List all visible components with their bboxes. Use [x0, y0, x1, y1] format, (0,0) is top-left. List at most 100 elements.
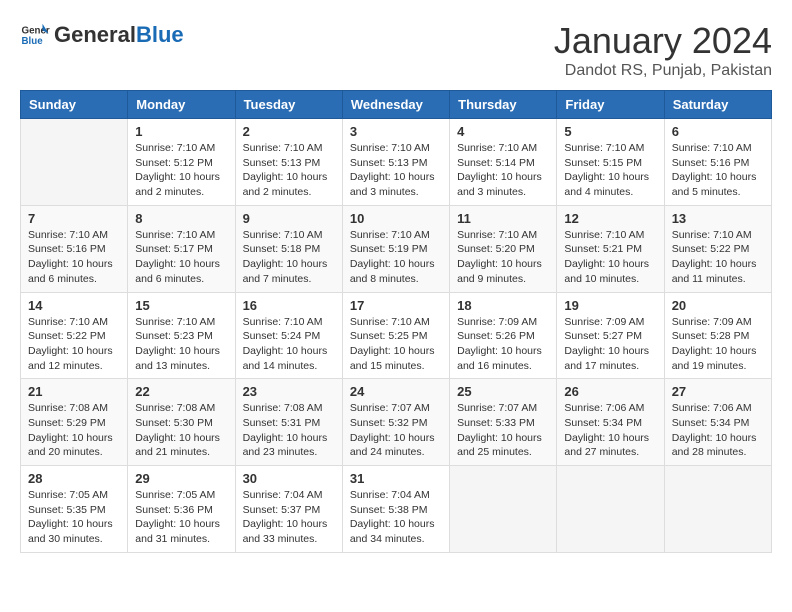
logo-text: GeneralBlue: [54, 23, 184, 47]
day-info: Sunrise: 7:04 AMSunset: 5:38 PMDaylight:…: [350, 488, 442, 547]
day-info: Sunrise: 7:10 AMSunset: 5:14 PMDaylight:…: [457, 141, 549, 200]
day-info: Sunrise: 7:10 AMSunset: 5:24 PMDaylight:…: [243, 315, 335, 374]
day-number: 21: [28, 384, 120, 399]
day-info: Sunrise: 7:10 AMSunset: 5:20 PMDaylight:…: [457, 228, 549, 287]
calendar-cell: 4Sunrise: 7:10 AMSunset: 5:14 PMDaylight…: [450, 119, 557, 206]
weekday-header-saturday: Saturday: [664, 91, 771, 119]
day-info: Sunrise: 7:09 AMSunset: 5:28 PMDaylight:…: [672, 315, 764, 374]
calendar-cell: 16 Sunrise: 7:10 AMSunset: 5:24 PMDayligh…: [235, 292, 342, 379]
calendar-cell: 26Sunrise: 7:06 AMSunset: 5:34 PMDayligh…: [557, 379, 664, 466]
weekday-header-thursday: Thursday: [450, 91, 557, 119]
day-info: Sunrise: 7:10 AMSunset: 5:17 PMDaylight:…: [135, 228, 227, 287]
month-title: January 2024: [554, 20, 772, 62]
logo: General Blue GeneralBlue: [20, 20, 184, 50]
calendar-table: SundayMondayTuesdayWednesdayThursdayFrid…: [20, 90, 772, 553]
calendar-cell: 10Sunrise: 7:10 AMSunset: 5:19 PMDayligh…: [342, 205, 449, 292]
calendar-cell: 28Sunrise: 7:05 AMSunset: 5:35 PMDayligh…: [21, 466, 128, 553]
logo-blue: Blue: [136, 22, 184, 47]
calendar-cell: 31 Sunrise: 7:04 AMSunset: 5:38 PMDayligh…: [342, 466, 449, 553]
calendar-cell: 25 Sunrise: 7:07 AMSunset: 5:33 PMDayligh…: [450, 379, 557, 466]
title-block: January 2024 Dandot RS, Punjab, Pakistan: [554, 20, 772, 80]
day-number: 30: [243, 471, 335, 486]
day-info: Sunrise: 7:08 AMSunset: 5:29 PMDaylight:…: [28, 401, 120, 460]
calendar-cell: 15 Sunrise: 7:10 AMSunset: 5:23 PMDayligh…: [128, 292, 235, 379]
day-info: Sunrise: 7:05 AMSunset: 5:36 PMDaylight:…: [135, 488, 227, 547]
day-number: 16: [243, 298, 335, 313]
day-number: 25: [457, 384, 549, 399]
calendar-cell: 6Sunrise: 7:10 AMSunset: 5:16 PMDaylight…: [664, 119, 771, 206]
weekday-header-friday: Friday: [557, 91, 664, 119]
day-info: Sunrise: 7:10 AMSunset: 5:22 PMDaylight:…: [28, 315, 120, 374]
weekday-header-sunday: Sunday: [21, 91, 128, 119]
day-info: Sunrise: 7:10 AMSunset: 5:16 PMDaylight:…: [28, 228, 120, 287]
calendar-cell: 9Sunrise: 7:10 AMSunset: 5:18 PMDaylight…: [235, 205, 342, 292]
day-number: 23: [243, 384, 335, 399]
logo-icon: General Blue: [20, 20, 50, 50]
calendar-cell: 12 Sunrise: 7:10 AMSunset: 5:21 PMDayligh…: [557, 205, 664, 292]
day-info: Sunrise: 7:09 AMSunset: 5:27 PMDaylight:…: [564, 315, 656, 374]
calendar-cell: 11 Sunrise: 7:10 AMSunset: 5:20 PMDayligh…: [450, 205, 557, 292]
calendar-cell: 20 Sunrise: 7:09 AMSunset: 5:28 PMDayligh…: [664, 292, 771, 379]
calendar-cell: 7Sunrise: 7:10 AMSunset: 5:16 PMDaylight…: [21, 205, 128, 292]
day-info: Sunrise: 7:06 AMSunset: 5:34 PMDaylight:…: [672, 401, 764, 460]
calendar-cell: 30Sunrise: 7:04 AMSunset: 5:37 PMDayligh…: [235, 466, 342, 553]
calendar-cell: 8 Sunrise: 7:10 AMSunset: 5:17 PMDaylight…: [128, 205, 235, 292]
day-number: 2: [243, 124, 335, 139]
day-info: Sunrise: 7:10 AMSunset: 5:22 PMDaylight:…: [672, 228, 764, 287]
day-number: 19: [564, 298, 656, 313]
day-info: Sunrise: 7:10 AMSunset: 5:25 PMDaylight:…: [350, 315, 442, 374]
calendar-week-row: 1 Sunrise: 7:10 AMSunset: 5:12 PMDaylight…: [21, 119, 772, 206]
calendar-cell: 1 Sunrise: 7:10 AMSunset: 5:12 PMDaylight…: [128, 119, 235, 206]
day-number: 18: [457, 298, 549, 313]
calendar-cell: 29Sunrise: 7:05 AMSunset: 5:36 PMDayligh…: [128, 466, 235, 553]
calendar-cell: 27 Sunrise: 7:06 AMSunset: 5:34 PMDayligh…: [664, 379, 771, 466]
calendar-cell: 13Sunrise: 7:10 AMSunset: 5:22 PMDayligh…: [664, 205, 771, 292]
calendar-cell: 22 Sunrise: 7:08 AMSunset: 5:30 PMDayligh…: [128, 379, 235, 466]
day-number: 27: [672, 384, 764, 399]
day-number: 14: [28, 298, 120, 313]
day-info: Sunrise: 7:08 AMSunset: 5:30 PMDaylight:…: [135, 401, 227, 460]
day-info: Sunrise: 7:09 AMSunset: 5:26 PMDaylight:…: [457, 315, 549, 374]
calendar-cell: 23 Sunrise: 7:08 AMSunset: 5:31 PMDayligh…: [235, 379, 342, 466]
day-number: 8: [135, 211, 227, 226]
calendar-cell: [21, 119, 128, 206]
day-info: Sunrise: 7:10 AMSunset: 5:19 PMDaylight:…: [350, 228, 442, 287]
calendar-week-row: 21 Sunrise: 7:08 AMSunset: 5:29 PMDayligh…: [21, 379, 772, 466]
day-number: 31: [350, 471, 442, 486]
calendar-cell: [557, 466, 664, 553]
svg-text:Blue: Blue: [22, 36, 44, 47]
day-number: 3: [350, 124, 442, 139]
calendar-cell: 18 Sunrise: 7:09 AMSunset: 5:26 PMDayligh…: [450, 292, 557, 379]
day-info: Sunrise: 7:07 AMSunset: 5:32 PMDaylight:…: [350, 401, 442, 460]
day-number: 22: [135, 384, 227, 399]
weekday-header-wednesday: Wednesday: [342, 91, 449, 119]
day-info: Sunrise: 7:07 AMSunset: 5:33 PMDaylight:…: [457, 401, 549, 460]
calendar-cell: [450, 466, 557, 553]
day-number: 15: [135, 298, 227, 313]
day-info: Sunrise: 7:10 AMSunset: 5:21 PMDaylight:…: [564, 228, 656, 287]
day-info: Sunrise: 7:10 AMSunset: 5:23 PMDaylight:…: [135, 315, 227, 374]
day-info: Sunrise: 7:10 AMSunset: 5:13 PMDaylight:…: [243, 141, 335, 200]
calendar-cell: 19 Sunrise: 7:09 AMSunset: 5:27 PMDayligh…: [557, 292, 664, 379]
day-number: 28: [28, 471, 120, 486]
calendar-cell: 2 Sunrise: 7:10 AMSunset: 5:13 PMDaylight…: [235, 119, 342, 206]
day-info: Sunrise: 7:10 AMSunset: 5:18 PMDaylight:…: [243, 228, 335, 287]
day-number: 1: [135, 124, 227, 139]
calendar-cell: 21 Sunrise: 7:08 AMSunset: 5:29 PMDayligh…: [21, 379, 128, 466]
calendar-cell: [664, 466, 771, 553]
day-info: Sunrise: 7:10 AMSunset: 5:12 PMDaylight:…: [135, 141, 227, 200]
weekday-header-row: SundayMondayTuesdayWednesdayThursdayFrid…: [21, 91, 772, 119]
day-number: 24: [350, 384, 442, 399]
day-number: 11: [457, 211, 549, 226]
day-info: Sunrise: 7:08 AMSunset: 5:31 PMDaylight:…: [243, 401, 335, 460]
calendar-cell: 24 Sunrise: 7:07 AMSunset: 5:32 PMDayligh…: [342, 379, 449, 466]
location: Dandot RS, Punjab, Pakistan: [554, 62, 772, 80]
day-number: 5: [564, 124, 656, 139]
calendar-week-row: 7Sunrise: 7:10 AMSunset: 5:16 PMDaylight…: [21, 205, 772, 292]
calendar-week-row: 14 Sunrise: 7:10 AMSunset: 5:22 PMDayligh…: [21, 292, 772, 379]
day-number: 20: [672, 298, 764, 313]
page-header: General Blue GeneralBlue January 2024 Da…: [20, 20, 772, 80]
day-info: Sunrise: 7:10 AMSunset: 5:13 PMDaylight:…: [350, 141, 442, 200]
day-number: 26: [564, 384, 656, 399]
day-number: 12: [564, 211, 656, 226]
